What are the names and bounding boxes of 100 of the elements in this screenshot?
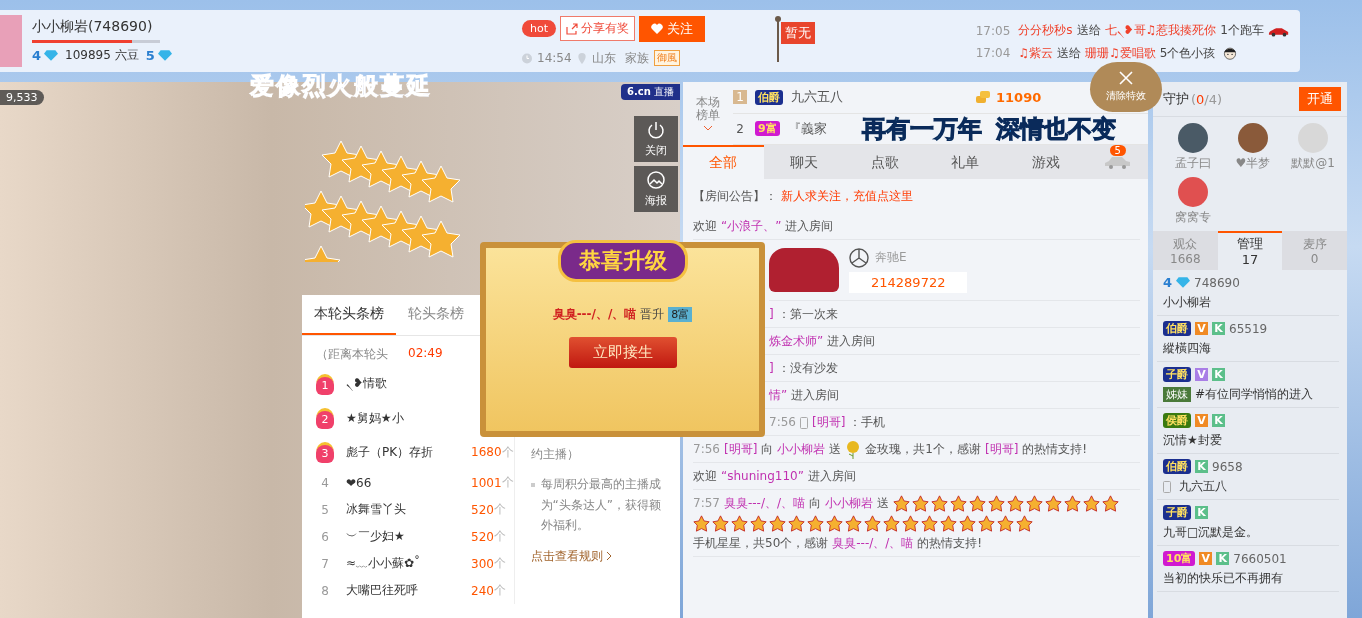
rank-badge: K [1212, 414, 1225, 428]
gift-count: 1680 [471, 445, 502, 459]
live-badge: 6.cn 直播 [621, 84, 680, 100]
rank-badge: 伯爵 [1163, 459, 1191, 475]
star-gift-icon [959, 515, 976, 532]
diamond-icon [44, 50, 59, 61]
guard-name: 窝窝专 [1175, 209, 1211, 226]
car-name: 奔驰E [875, 249, 907, 266]
star-gift-icon [1007, 495, 1025, 512]
poster-button[interactable]: 海报 [634, 166, 678, 212]
chat-text: 欢迎 [693, 219, 717, 233]
countdown-time: 02:49 [408, 346, 443, 362]
power-icon [646, 120, 666, 140]
rank-badge: 10富 [1163, 551, 1196, 567]
star-gift-icon [883, 515, 900, 532]
share-button[interactable]: 分享有奖 [560, 16, 635, 41]
chat-text: 炼金术师” [769, 334, 824, 348]
phone-icon [799, 416, 808, 429]
board-tab[interactable]: 本轮头条榜 [302, 295, 396, 335]
heart-icon [651, 23, 663, 34]
chat-tab[interactable]: 游戏 [1005, 145, 1087, 179]
star-gift-icon [1016, 515, 1033, 532]
rank-medal: 1 [316, 373, 334, 395]
close-icon [1119, 71, 1133, 85]
gift-count: 520 [471, 529, 494, 544]
rank-badge: 子爵 [1163, 505, 1191, 521]
viewer-count: 9,533 [0, 90, 44, 105]
count-unit: 个 [493, 501, 506, 518]
rank-number: 5 [320, 502, 330, 517]
audience-tab[interactable]: 观众 1668 [1153, 231, 1218, 271]
open-guard-button[interactable]: 开通 [1299, 87, 1341, 111]
rank-badge: K [1212, 368, 1225, 382]
sender-name: 分分秒秒s [1018, 22, 1073, 39]
rank-badge: K [1216, 552, 1230, 566]
sender-name: ♫紫云 [1018, 44, 1054, 62]
level-number: 4 [32, 48, 42, 63]
close-video-button[interactable]: 关闭 [634, 116, 678, 162]
chat-tab[interactable]: 聊天 [763, 145, 845, 179]
chat-text: [明哥] [811, 415, 846, 429]
star-gift-icon [1064, 495, 1082, 512]
chat-text: 的热情支持! [917, 536, 983, 550]
chat-text: [明哥] [984, 442, 1019, 456]
family-tag: 姊妹 [1163, 387, 1191, 403]
star-logo-icon [849, 247, 869, 268]
chat-text: 送 [877, 496, 890, 510]
chat-tab[interactable]: 礼单 [924, 145, 1006, 179]
star-gift-icon [997, 515, 1014, 532]
score-value: 11090 [996, 89, 1042, 105]
anchor-name: 小小柳岩(748690) [32, 18, 154, 36]
rank-number: 4 [320, 475, 330, 490]
star-gift-icon [902, 515, 919, 532]
share-icon [566, 22, 578, 35]
user-name: 沉情★封爱 [1163, 432, 1222, 450]
user-id: 65519 [1229, 321, 1268, 336]
star-gift-icon [864, 515, 881, 532]
receiver-name: 珊珊♫爱唱歌 [1085, 44, 1156, 62]
coins-icon [976, 91, 990, 104]
guard-name: 默默@1 [1291, 155, 1335, 172]
car-icon[interactable] [1103, 155, 1132, 169]
star-gift-icon [845, 515, 862, 532]
star-gift-icon [893, 495, 911, 512]
board-tab[interactable]: 轮头条榜 [396, 295, 476, 335]
star-gift-icon [931, 495, 949, 512]
family-label: 家族 [624, 49, 649, 67]
star-gift-icon [712, 515, 729, 532]
rank-number: 8 [320, 583, 330, 598]
anchor-avatar [0, 15, 22, 67]
level-up-title: 恭喜升级 [557, 240, 688, 282]
count-unit: 个 [493, 528, 506, 545]
rank-badge: V [1195, 368, 1208, 382]
chat-text: ] [769, 307, 774, 321]
guard-count: (0/4) [1191, 91, 1223, 107]
chat-tab[interactable]: 全部 [683, 145, 764, 179]
chat-text: 7:56 [693, 442, 720, 456]
follow-button[interactable]: 关注 [639, 15, 705, 42]
audience-tab[interactable]: 麦序 0 [1282, 231, 1347, 271]
chat-text: [明哥] [723, 442, 758, 456]
rules-link[interactable]: 点击查看规则 [530, 545, 668, 566]
chat-text: 情” [769, 388, 788, 402]
chevron-right-icon [605, 550, 612, 561]
user-name: 当初的快乐已不再拥有 [1163, 570, 1283, 588]
gift-text: 1个跑车 [1220, 22, 1264, 39]
chat-tab[interactable]: 点歌 [844, 145, 925, 179]
rose-icon [845, 440, 862, 459]
clock-icon [522, 52, 532, 64]
promote-text: 晋升 [640, 306, 665, 323]
star-gift-icon [769, 515, 786, 532]
chat-text: 小小柳岩 [825, 496, 874, 510]
gift-count: 240 [471, 583, 494, 598]
user-name: 九六五八 [1179, 478, 1227, 496]
chat-text: ] [769, 361, 774, 375]
accept-button[interactable]: 立即接生 [568, 337, 677, 368]
user-name: 冰舞雪丫头 [346, 501, 407, 518]
session-rank-toggle[interactable]: 本场榜单 [695, 82, 721, 145]
star-gift-icon [988, 495, 1006, 512]
info-text: 约主播） [530, 446, 580, 463]
chat-text: 进入房间 [827, 334, 876, 348]
car-number: 214289722 [849, 271, 968, 293]
rank-badge: V [1195, 414, 1208, 428]
rank-badge: 伯爵 [755, 89, 783, 105]
